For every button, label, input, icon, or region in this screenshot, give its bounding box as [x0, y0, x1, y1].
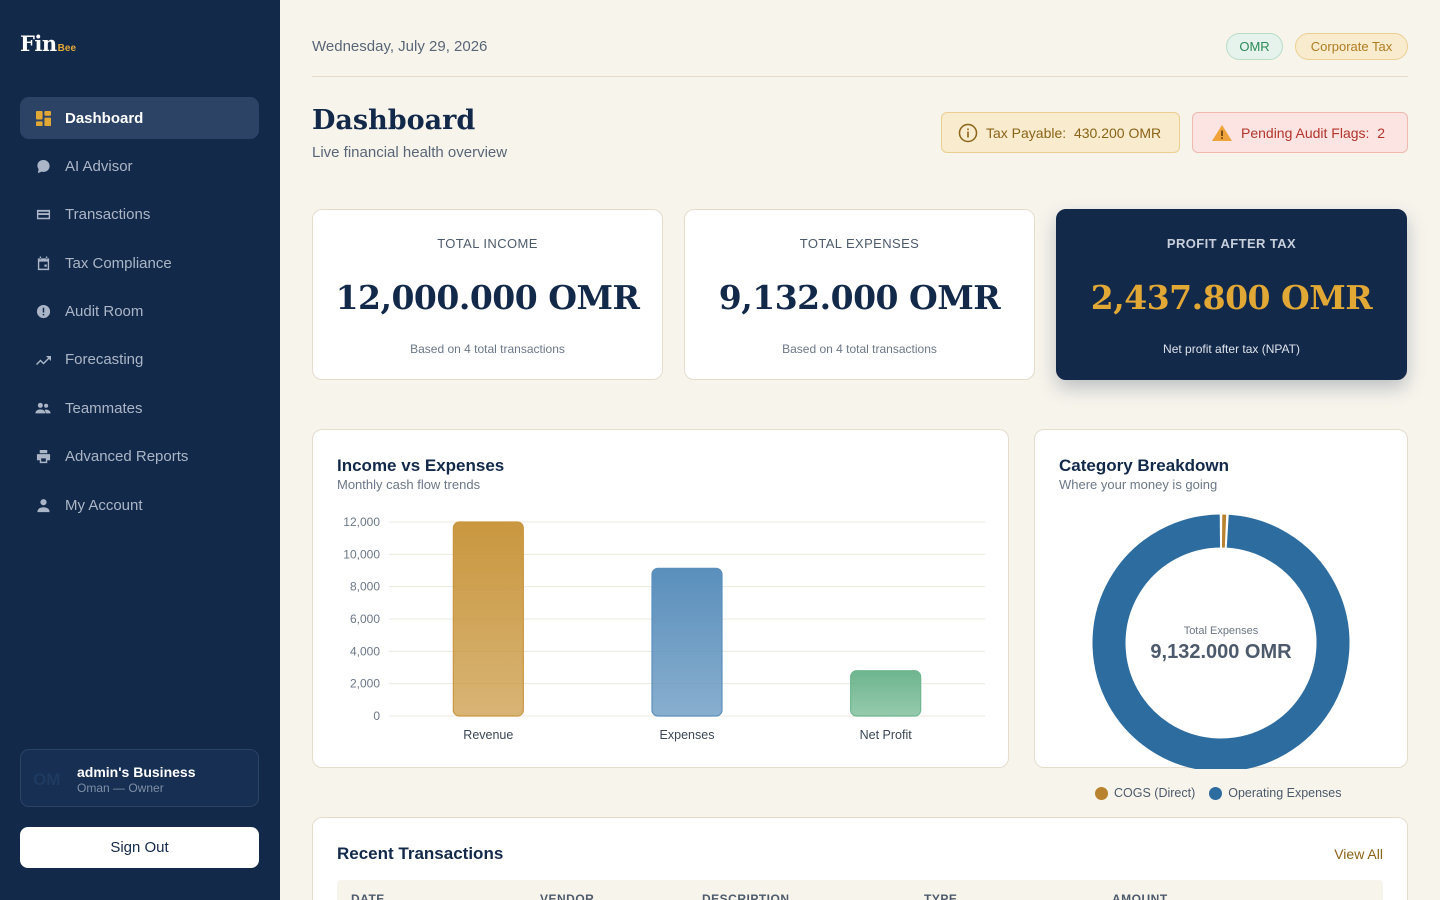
x-tick-label: Expenses — [660, 728, 715, 742]
audit-flags-value: 2 — [1377, 124, 1385, 141]
stat-value: 12,000.000 OMR — [335, 278, 640, 317]
page-subtitle: Live financial health overview — [312, 144, 508, 161]
stat-value: 2,437.800 OMR — [1090, 278, 1373, 317]
y-tick-label: 4,000 — [350, 644, 380, 658]
legend-swatch — [1095, 786, 1108, 800]
stat-label: TOTAL EXPENSES — [799, 236, 920, 251]
dashboard-icon — [35, 110, 51, 126]
sidebar-item-label: Audit Room — [65, 303, 144, 321]
tax-payable-alert[interactable]: Tax Payable: 430.200 OMR — [941, 112, 1180, 153]
sidebar-item-label: Tax Compliance — [65, 254, 172, 272]
sidebar: FinBee Dashboard AI Advisor Transactions… — [0, 0, 280, 900]
sidebar-nav: Dashboard AI Advisor Transactions Tax Co… — [20, 97, 259, 533]
alert-circle-icon — [35, 304, 51, 320]
total-income-card: TOTAL INCOME 12,000.000 OMR Based on 4 t… — [312, 209, 663, 380]
category-legend: COGS (Direct) Operating Expenses — [1095, 786, 1356, 800]
tax-payable-value: 430.200 OMR — [1073, 124, 1162, 141]
sidebar-item-label: AI Advisor — [65, 157, 133, 175]
credit-card-icon — [35, 207, 51, 223]
audit-flags-alert[interactable]: Pending Audit Flags: 2 — [1192, 112, 1408, 153]
stat-label: PROFIT AFTER TAX — [1166, 236, 1297, 251]
sidebar-item-label: Teammates — [65, 399, 143, 417]
bar-expenses[interactable] — [651, 567, 723, 717]
legend-swatch — [1209, 786, 1223, 800]
sidebar-item-transactions[interactable]: Transactions — [20, 194, 259, 236]
x-tick-label: Net Profit — [860, 728, 913, 742]
stat-note: Based on 4 total transactions — [782, 342, 937, 356]
business-name: admin's Business — [77, 764, 196, 780]
income-vs-expenses-chart: 0 2,000 4,000 6,000 8,000 10,000 12,000 Revenue… — [343, 515, 985, 742]
legend-label: Operating Expenses — [1228, 786, 1342, 800]
y-tick-label: 6,000 — [350, 612, 380, 626]
sidebar-item-label: Advanced Reports — [65, 448, 189, 466]
donut-center-value: 9,132.000 OMR — [1150, 641, 1292, 663]
sign-out-button[interactable]: Sign Out — [20, 827, 259, 868]
logo-sub: Bee — [57, 43, 77, 54]
profit-after-tax-card: PROFIT AFTER TAX 2,437.800 OMR Net profi… — [1056, 209, 1407, 380]
tax-regime-badge[interactable]: Corporate Tax — [1295, 33, 1408, 60]
legend-item-cogs[interactable]: COGS (Direct) — [1095, 786, 1195, 800]
bar-net-profit[interactable] — [850, 670, 922, 717]
audit-flags-label: Pending Audit Flags: — [1241, 124, 1370, 141]
sidebar-item-my-account[interactable]: My Account — [20, 484, 259, 526]
x-tick-label: Revenue — [463, 728, 513, 742]
column-header-date[interactable]: DATE — [351, 892, 385, 900]
category-breakdown-chart: Total Expenses 9,132.000 OMR — [1092, 514, 1350, 769]
sidebar-item-label: Dashboard — [65, 109, 144, 127]
top-bar: Wednesday, July 29, 2026 OMR Corporate T… — [312, 0, 1408, 77]
person-icon — [35, 497, 51, 513]
recent-transactions-card: Recent Transactions View All DATE VENDOR… — [312, 817, 1408, 900]
stat-note: Based on 4 total transactions — [410, 342, 565, 356]
section-title: Recent Transactions — [337, 844, 504, 863]
sidebar-item-teammates[interactable]: Teammates — [20, 387, 259, 429]
page-title: Dashboard — [312, 105, 476, 136]
app-logo[interactable]: FinBee — [20, 31, 76, 56]
logo-main: Fin — [20, 31, 57, 56]
y-tick-label: 2,000 — [350, 677, 380, 691]
y-tick-label: 12,000 — [343, 515, 380, 529]
donut-center-label: Total Expenses — [1184, 625, 1259, 637]
stat-note: Net profit after tax (NPAT) — [1163, 342, 1300, 356]
sidebar-item-tax-compliance[interactable]: Tax Compliance — [20, 242, 259, 284]
transactions-table-header: DATE VENDOR DESCRIPTION TYPE AMOUNT — [337, 880, 1383, 900]
y-tick-label: 0 — [373, 709, 380, 723]
sidebar-item-dashboard[interactable]: Dashboard — [20, 97, 259, 139]
avatar: OM — [33, 770, 61, 789]
printer-icon — [35, 449, 51, 465]
y-tick-label: 8,000 — [350, 580, 380, 594]
people-icon — [35, 400, 51, 416]
legend-item-operating[interactable]: Operating Expenses — [1209, 786, 1342, 800]
y-tick-label: 10,000 — [343, 547, 380, 561]
business-card[interactable]: OM admin's Business Oman — Owner — [20, 749, 259, 807]
warning-icon — [1211, 123, 1233, 143]
stat-label: TOTAL INCOME — [437, 236, 538, 251]
stat-value: 9,132.000 OMR — [718, 278, 1001, 317]
currency-badge[interactable]: OMR — [1226, 33, 1283, 60]
trending-up-icon — [35, 352, 51, 368]
sidebar-item-label: Transactions — [65, 206, 151, 224]
column-header-vendor[interactable]: VENDOR — [540, 892, 594, 900]
tax-payable-label: Tax Payable: — [986, 124, 1067, 141]
chat-bubble-icon — [35, 158, 51, 174]
sidebar-item-label: My Account — [65, 496, 143, 514]
business-role: Oman — Owner — [77, 781, 164, 795]
sidebar-item-label: Forecasting — [65, 351, 144, 369]
column-header-amount[interactable]: AMOUNT — [1112, 892, 1168, 900]
column-header-description[interactable]: DESCRIPTION — [702, 892, 790, 900]
sidebar-item-ai-advisor[interactable]: AI Advisor — [20, 145, 259, 187]
legend-label: COGS (Direct) — [1114, 786, 1196, 800]
info-icon — [958, 123, 978, 143]
income-vs-expenses-card: Income vs Expenses Monthly cash flow tre… — [312, 429, 1009, 768]
calendar-icon — [35, 255, 51, 271]
current-date: Wednesday, July 29, 2026 — [312, 38, 488, 55]
total-expenses-card: TOTAL EXPENSES 9,132.000 OMR Based on 4 … — [684, 209, 1035, 380]
sidebar-item-advanced-reports[interactable]: Advanced Reports — [20, 436, 259, 478]
sidebar-item-forecasting[interactable]: Forecasting — [20, 339, 259, 381]
view-all-link[interactable]: View All — [1334, 846, 1383, 862]
main-content: Wednesday, July 29, 2026 OMR Corporate T… — [312, 0, 1408, 900]
column-header-type[interactable]: TYPE — [924, 892, 957, 900]
sidebar-item-audit-room[interactable]: Audit Room — [20, 291, 259, 333]
bar-revenue[interactable] — [452, 521, 524, 717]
category-breakdown-card: Category Breakdown Where your money is g… — [1034, 429, 1408, 769]
